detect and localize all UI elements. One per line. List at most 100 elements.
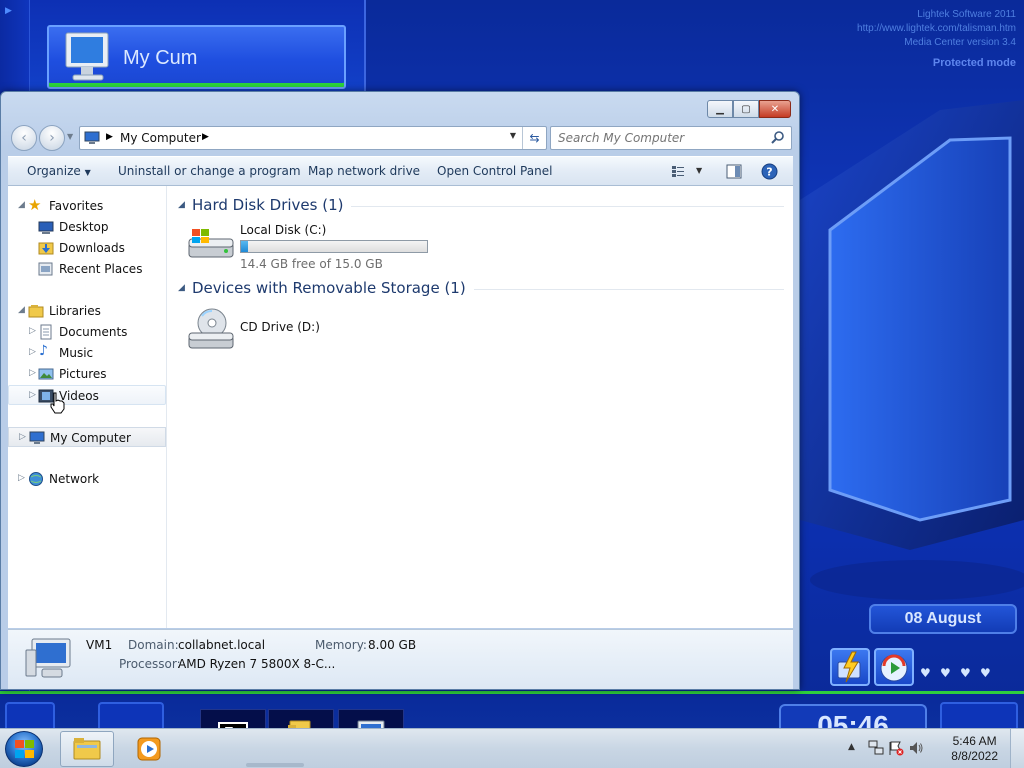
drive-usage-bar: [240, 240, 428, 253]
refresh-button[interactable]: ⇆: [522, 127, 546, 149]
gadget-lightning-button[interactable]: [830, 648, 870, 686]
nav-music[interactable]: ▷ ♪ Music: [8, 343, 166, 363]
group-title: Devices with Removable Storage (1): [192, 279, 474, 297]
navigation-pane: ◢ ★ Favorites Desktop Downloads Recent P…: [8, 186, 167, 628]
hard-disk-group-header[interactable]: ◢ Hard Disk Drives (1): [178, 196, 784, 216]
nav-label: Desktop: [59, 220, 109, 234]
breadcrumb-chevron-icon[interactable]: ▶: [202, 132, 209, 142]
drive-name: Local Disk (C:): [240, 223, 327, 237]
window-caption-buttons: ▁ ▢ ✕: [707, 100, 791, 118]
brand-line: Lightek Software 2011: [917, 9, 1016, 20]
network-icon: [29, 472, 43, 486]
removable-group-header[interactable]: ◢ Devices with Removable Storage (1): [178, 279, 784, 299]
media-player-icon: [137, 737, 161, 761]
nav-videos[interactable]: ▷ Videos: [8, 385, 166, 414]
group-collapse-icon[interactable]: ◢: [178, 200, 185, 210]
drive-item-c[interactable]: Local Disk (C:) 14.4 GB free of 15.0 GB: [178, 223, 478, 283]
drive-item-d[interactable]: CD Drive (D:): [178, 306, 478, 366]
search-icon: [771, 131, 784, 144]
volume-icon[interactable]: [908, 740, 924, 756]
heart-icon: ♥: [980, 666, 991, 680]
gadget-media-button[interactable]: [874, 648, 914, 686]
show-hidden-icons-button[interactable]: ▲: [848, 742, 855, 752]
nav-label: Favorites: [49, 199, 104, 213]
desktop-tile-label: My Cum: [123, 47, 198, 69]
nav-documents[interactable]: ▷ Documents: [8, 322, 166, 342]
close-icon: ✕: [770, 103, 780, 115]
network-tray-icon[interactable]: [868, 740, 884, 756]
forward-button[interactable]: ›: [39, 125, 65, 151]
show-desktop-button[interactable]: [1010, 729, 1024, 768]
forward-arrow-icon: ›: [49, 130, 55, 146]
play-arrow-icon: ▶: [5, 6, 12, 16]
star-icon: ★: [28, 196, 42, 214]
view-options-dropdown-icon[interactable]: ▼: [696, 166, 702, 175]
group-collapse-icon[interactable]: ◢: [178, 283, 185, 293]
collapsed-arrow-icon[interactable]: ▷: [29, 368, 36, 378]
explorer-folder-icon: [73, 738, 101, 760]
map-network-drive-button[interactable]: Map network drive: [308, 164, 420, 178]
chevron-down-icon: ▼: [84, 168, 91, 177]
back-button[interactable]: ‹: [11, 125, 37, 151]
recent-pages-dropdown-icon[interactable]: ▼: [67, 132, 73, 141]
expanded-arrow-icon[interactable]: ◢: [18, 200, 25, 210]
gadget-bar: ♥ ♥ ♥ ♥: [828, 648, 1024, 690]
nav-label: Pictures: [59, 367, 107, 381]
my-computer-desktop-tile[interactable]: My Cum: [47, 25, 346, 89]
back-arrow-icon: ‹: [21, 130, 27, 146]
nav-label: Libraries: [49, 304, 101, 318]
minimize-button[interactable]: ▁: [707, 100, 733, 118]
organize-menu[interactable]: Organize ▼: [27, 164, 91, 178]
start-button[interactable]: [5, 731, 43, 767]
action-center-flag-icon[interactable]: [888, 740, 904, 756]
recent-places-icon: [38, 262, 53, 276]
drive-name: CD Drive (D:): [240, 320, 320, 334]
taskbar-clock[interactable]: 5:46 AM 8/8/2022: [951, 734, 998, 764]
collapsed-arrow-icon[interactable]: ▷: [29, 390, 36, 400]
computer-icon: [29, 431, 45, 444]
nav-downloads[interactable]: Downloads: [8, 238, 166, 258]
collapsed-arrow-icon[interactable]: ▷: [29, 347, 36, 357]
hard-drive-icon: [188, 229, 234, 258]
search-box[interactable]: [550, 126, 792, 150]
nav-recent-places[interactable]: Recent Places: [8, 259, 166, 279]
nav-my-computer[interactable]: ▷ My Computer: [8, 427, 166, 447]
drive-free-space: 14.4 GB free of 15.0 GB: [240, 257, 383, 271]
maximize-button[interactable]: ▢: [733, 100, 759, 118]
expanded-arrow-icon[interactable]: ◢: [18, 305, 25, 315]
taskbar-media-player-button[interactable]: [120, 731, 178, 767]
explorer-window: ▁ ▢ ✕ ‹ › ▼ ▶ My Computer ▶ ▼ ⇆ Search M…: [0, 91, 800, 690]
help-button[interactable]: ?: [761, 163, 778, 183]
details-pane: VM1 Domain: collabnet.local Memory: 8.00…: [8, 629, 793, 689]
preview-pane-button[interactable]: [726, 164, 742, 182]
search-input[interactable]: [558, 130, 758, 146]
taskbar-time: 5:46 AM: [952, 734, 997, 748]
pictures-icon: [38, 368, 54, 380]
close-button[interactable]: ✕: [759, 100, 791, 118]
collapsed-arrow-icon[interactable]: ▷: [19, 432, 26, 442]
breadcrumb-separator-icon[interactable]: ▶: [106, 132, 113, 142]
navigation-row: ‹ › ▼ ▶ My Computer ▶ ▼ ⇆: [9, 125, 793, 151]
address-bar[interactable]: ▶ My Computer ▶ ▼ ⇆: [79, 126, 547, 150]
uninstall-program-button[interactable]: Uninstall or change a program: [118, 164, 301, 178]
collapsed-arrow-icon[interactable]: ▷: [18, 473, 25, 483]
address-dropdown-icon[interactable]: ▼: [510, 131, 516, 140]
collapsed-arrow-icon[interactable]: ▷: [29, 326, 36, 336]
address-location[interactable]: My Computer: [120, 131, 201, 145]
nav-label: Music: [59, 346, 94, 360]
downloads-folder-icon: [38, 242, 54, 255]
help-icon: ?: [761, 163, 778, 180]
nav-label: Network: [49, 472, 100, 486]
memory-value: 8.00 GB: [368, 638, 417, 652]
open-control-panel-button[interactable]: Open Control Panel: [437, 164, 552, 178]
taskbar-explorer-button[interactable]: [60, 731, 114, 767]
nav-pictures[interactable]: ▷ Pictures: [8, 364, 166, 384]
nav-desktop[interactable]: Desktop: [8, 217, 166, 237]
nav-favorites[interactable]: ◢ ★ Favorites: [8, 196, 166, 216]
nav-network[interactable]: ▷ Network: [8, 469, 166, 489]
nav-libraries[interactable]: ◢ Libraries: [8, 301, 166, 321]
group-title: Hard Disk Drives (1): [192, 196, 352, 214]
computer-large-icon: [25, 638, 71, 678]
hand-cursor-icon: [50, 392, 65, 414]
change-view-button[interactable]: [671, 164, 685, 181]
